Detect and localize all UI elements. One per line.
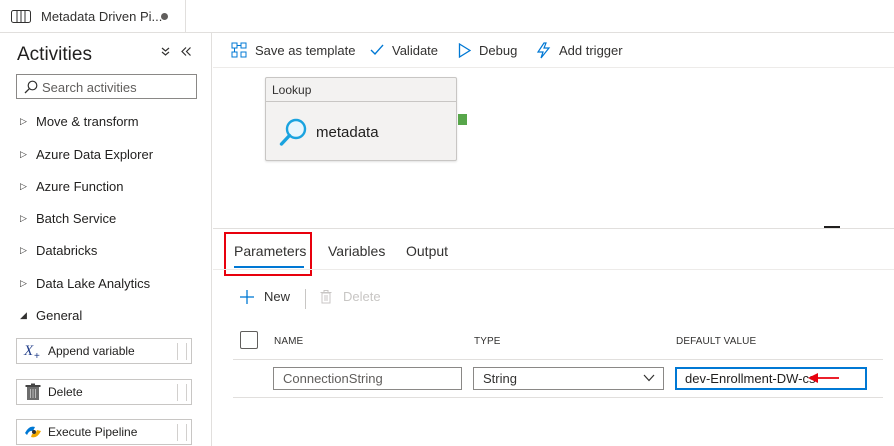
category-general[interactable]: ◢ General xyxy=(20,305,82,325)
activity-type-label: Lookup xyxy=(266,78,456,102)
category-databricks[interactable]: ▷ Databricks xyxy=(20,240,97,260)
search-activities-input[interactable] xyxy=(42,78,192,96)
debug-label: Debug xyxy=(479,42,518,58)
validate-label: Validate xyxy=(392,42,439,58)
search-icon xyxy=(24,80,38,94)
pipeline-tab[interactable]: Metadata Driven Pi... xyxy=(0,0,186,33)
new-label: New xyxy=(264,289,291,304)
add-trigger-label: Add trigger xyxy=(559,42,623,58)
hide-panel-icon[interactable] xyxy=(180,45,192,60)
svg-text:+: + xyxy=(34,351,40,360)
drag-handle[interactable] xyxy=(177,384,187,401)
pipeline-toolbar: Save as template Validate Debug Add trig… xyxy=(213,33,894,68)
parameter-type-value: String xyxy=(483,371,517,386)
append-variable-icon: X + xyxy=(23,342,43,362)
category-label: General xyxy=(36,307,83,323)
pipeline-icon xyxy=(11,10,31,26)
category-label: Data Lake Analytics xyxy=(36,275,151,291)
document-tab-bar: Metadata Driven Pi... xyxy=(0,0,894,33)
activity-label: Execute Pipeline xyxy=(48,425,138,439)
save-template-icon xyxy=(231,42,247,58)
plus-icon xyxy=(240,289,254,304)
add-trigger-button[interactable]: Add trigger xyxy=(536,41,623,59)
delete-parameter-button[interactable]: Delete xyxy=(320,289,381,304)
properties-panel: Parameters Variables Output New Delete N… xyxy=(213,228,894,446)
success-output-handle[interactable] xyxy=(458,114,467,125)
expand-caret-icon: ▷ xyxy=(20,277,27,288)
parameter-type-select[interactable]: String xyxy=(473,367,664,390)
collapse-all-icon[interactable] xyxy=(160,45,171,60)
debug-button[interactable]: Debug xyxy=(458,41,517,59)
category-azure-function[interactable]: ▷ Azure Function xyxy=(20,176,123,196)
new-parameter-button[interactable]: New xyxy=(240,289,290,304)
category-data-lake-analytics[interactable]: ▷ Data Lake Analytics xyxy=(20,273,150,293)
parameter-name-field[interactable] xyxy=(273,367,462,390)
delete-label: Delete xyxy=(343,289,381,304)
collapse-caret-icon: ◢ xyxy=(20,309,27,320)
activities-title: Activities xyxy=(17,44,92,65)
save-as-template-label: Save as template xyxy=(255,42,356,58)
lookup-icon xyxy=(279,117,309,150)
red-arrow-annotation-icon xyxy=(808,373,839,383)
checkmark-icon xyxy=(370,44,384,56)
tab-variables[interactable]: Variables xyxy=(328,243,385,259)
activity-label: Append variable xyxy=(48,344,135,358)
activities-sidebar: Activities ▷ Move & transform ▷ Azure Da… xyxy=(0,33,212,446)
category-batch-service[interactable]: ▷ Batch Service xyxy=(20,208,116,228)
category-azure-data-explorer[interactable]: ▷ Azure Data Explorer xyxy=(20,144,153,164)
toolbar-separator xyxy=(305,289,306,309)
expand-caret-icon: ▷ xyxy=(20,212,27,223)
category-label: Azure Function xyxy=(36,178,124,194)
expand-caret-icon: ▷ xyxy=(20,244,27,255)
select-all-checkbox[interactable] xyxy=(240,331,258,349)
delete-icon xyxy=(23,383,43,401)
expand-caret-icon: ▷ xyxy=(20,180,27,191)
row-divider xyxy=(233,397,883,398)
category-label: Batch Service xyxy=(36,210,117,226)
activity-name: metadata xyxy=(316,124,379,141)
trash-icon xyxy=(320,289,332,303)
category-label: Azure Data Explorer xyxy=(36,146,154,162)
pipeline-canvas[interactable]: Lookup metadata xyxy=(213,69,894,228)
activity-label: Delete xyxy=(48,385,83,399)
svg-text:X: X xyxy=(23,343,34,359)
execute-pipeline-icon xyxy=(23,423,43,441)
activity-append-variable[interactable]: X + Append variable xyxy=(16,338,192,364)
divider xyxy=(213,269,894,270)
validate-button[interactable]: Validate xyxy=(370,41,438,59)
category-label: Move & transform xyxy=(36,113,139,129)
search-activities-box[interactable] xyxy=(16,74,197,99)
play-icon xyxy=(458,42,471,58)
column-header-type[interactable]: TYPE xyxy=(474,336,501,347)
column-header-default-value[interactable]: DEFAULT VALUE xyxy=(676,336,756,347)
header-divider xyxy=(233,359,883,360)
tab-output[interactable]: Output xyxy=(406,243,448,259)
category-label: Databricks xyxy=(36,242,98,258)
expand-caret-icon: ▷ xyxy=(20,148,27,159)
lightning-icon xyxy=(536,41,551,58)
parameter-default-value: dev-Enrollment-DW-cs xyxy=(685,371,816,386)
save-as-template-button[interactable]: Save as template xyxy=(231,41,355,59)
category-move-transform[interactable]: ▷ Move & transform xyxy=(20,111,139,131)
drag-handle[interactable] xyxy=(177,343,187,360)
activity-execute-pipeline[interactable]: Execute Pipeline xyxy=(16,419,192,445)
activity-delete[interactable]: Delete xyxy=(16,379,192,405)
column-header-name[interactable]: NAME xyxy=(274,336,303,347)
lookup-activity-node[interactable]: Lookup metadata xyxy=(265,77,457,161)
unsaved-changes-dot xyxy=(161,13,168,20)
drag-handle[interactable] xyxy=(177,424,187,441)
chevron-down-icon xyxy=(643,374,655,382)
expand-caret-icon: ▷ xyxy=(20,115,27,126)
pipeline-tab-title: Metadata Driven Pi... xyxy=(41,9,163,24)
